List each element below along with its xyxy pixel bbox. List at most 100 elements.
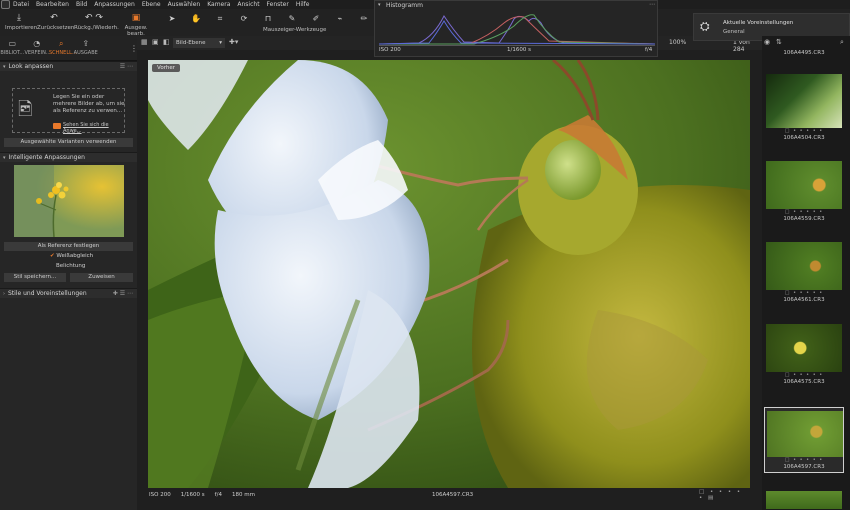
menu-window[interactable]: Fenster: [267, 1, 289, 8]
thumbnail-item-selected[interactable]: □ • • • • • 106A4597.CR3: [764, 407, 844, 473]
import-icon: ⤓: [17, 13, 21, 23]
gradient-tool-icon[interactable]: ⌁: [328, 14, 352, 24]
histogram-curves: [379, 14, 655, 45]
menu-image[interactable]: Bild: [76, 1, 87, 8]
thumbnail-item[interactable]: 106A4495.CR3: [764, 50, 844, 58]
histogram-panel: ▾ Histogramm ⋯ ISO 200 1/1600 s f/4: [374, 0, 658, 57]
rating-dots[interactable]: □ • • • • •: [764, 290, 844, 297]
tool-tabs: ▭ BIBLIOT... ◔ VERFEIN... ⌕ SCHNELL... ⇪ AUS…: [0, 36, 138, 61]
styles-section-header[interactable]: › Stile und Voreinstellungen ✚ ☰ ⋯: [0, 288, 137, 298]
main-image-viewer[interactable]: Vorher: [148, 60, 750, 488]
histogram-menu-icon[interactable]: ⋯: [649, 1, 655, 8]
thumbnail-item[interactable]: [764, 491, 844, 509]
grid-view-icon[interactable]: ▦: [141, 38, 148, 46]
tab-quick[interactable]: ⌕ SCHNELL...: [49, 36, 77, 60]
image-status-bar: ISO 200 1/1600 s f/4 180 mm 106A4597.CR3…: [148, 489, 750, 501]
white-balance-checkbox[interactable]: ✔ Weißabgleich: [50, 253, 93, 259]
import-button[interactable]: ⤓ Importieren: [5, 11, 37, 31]
preset-icon: ⛭: [700, 19, 710, 33]
chevron-down-icon: ▾: [219, 40, 222, 46]
menu-adjustments[interactable]: Anpassungen: [94, 1, 135, 8]
thumbnail-item[interactable]: □ • • • • • 106A4561.CR3: [764, 242, 844, 305]
rating-dots[interactable]: □ • • • • • ▤: [699, 489, 750, 501]
tab-library[interactable]: ▭ BIBLIOT...: [0, 36, 25, 60]
menu-layer[interactable]: Ebene: [142, 1, 161, 8]
histogram-title: Histogramm: [386, 2, 423, 9]
zoom-level[interactable]: 100%: [669, 39, 686, 46]
rating-dots[interactable]: □ • • • • •: [764, 128, 844, 135]
exposure-option[interactable]: Belichtung: [56, 263, 85, 269]
tab-export[interactable]: ⇪ AUSGABE: [74, 36, 99, 60]
histogram-shutter: 1/1600 s: [507, 47, 531, 53]
heal-tool-icon[interactable]: ✏: [352, 14, 376, 24]
notification-subtitle: General: [723, 29, 745, 35]
menu-view[interactable]: Ansicht: [237, 1, 259, 8]
before-label[interactable]: Vorher: [152, 64, 180, 72]
undo-redo-button[interactable]: ↶ ↷ Rückg./Wiederh.: [74, 11, 119, 31]
folder-icon: ▭: [8, 39, 17, 48]
look-drop-zone[interactable]: 🖻 Legen Sie ein oder mehrere Bilder ab, …: [12, 88, 125, 134]
chevron-down-icon[interactable]: ▾: [378, 2, 381, 8]
left-tool-panel: ▭ BIBLIOT... ◔ VERFEIN... ⌕ SCHNELL... ⇪ AUS…: [0, 36, 138, 510]
eye-icon[interactable]: ◉: [764, 38, 770, 46]
crop-tool-icon[interactable]: ⌗: [208, 14, 232, 24]
rating-dots[interactable]: □ • • • • •: [764, 372, 844, 379]
reference-thumbnail[interactable]: [14, 165, 124, 237]
smart-section-header[interactable]: ▾ Intelligente Anpassungen: [0, 152, 137, 162]
thumbnail-item[interactable]: □ • • • • • 106A4575.CR3: [764, 324, 844, 387]
video-icon: [53, 123, 61, 129]
tab-refine[interactable]: ◔ VERFEIN...: [25, 36, 51, 60]
chevron-down-icon: ▾: [3, 154, 6, 161]
status-focal-length: 180 mm: [231, 492, 255, 498]
layer-select[interactable]: Bild-Ebene ▾: [173, 38, 225, 48]
sort-icon[interactable]: ⇅: [776, 38, 782, 46]
status-aperture: f/4: [214, 492, 222, 498]
menu-edit[interactable]: Bearbeiten: [36, 1, 69, 8]
section-menu-icon[interactable]: ☰ ⋯: [120, 63, 133, 70]
app-logo: [1, 0, 10, 9]
picker-tool-icon[interactable]: ✎: [280, 14, 304, 24]
set-reference-button[interactable]: Als Referenz festlegen: [4, 242, 133, 251]
add-layer-icon[interactable]: ✚▾: [229, 38, 238, 46]
thumbnail-item[interactable]: □ • • • • • 106A4504.CR3: [764, 74, 844, 143]
histogram-aperture: f/4: [645, 47, 653, 53]
menu-help[interactable]: Hilfe: [296, 1, 310, 8]
thumbnail-item[interactable]: □ • • • • • 106A4559.CR3: [764, 161, 844, 224]
image-counter: 1 von 284: [733, 39, 750, 53]
filmstrip-panel: ◉ ⇅ ⌕ 106A4495.CR3 □ • • • • • 106A4504.…: [762, 36, 850, 510]
assign-button[interactable]: Zuweisen: [70, 273, 133, 282]
tutorial-link[interactable]: Sehen Sie sich die Anwe...: [63, 122, 124, 134]
look-section-header[interactable]: ▾ Look anpassen ☰ ⋯: [0, 61, 137, 71]
chevron-right-icon: ›: [3, 290, 5, 297]
menu-file[interactable]: Datei: [13, 1, 29, 8]
single-view-icon[interactable]: ▣: [152, 38, 159, 46]
rating-dots[interactable]: □ • • • • •: [764, 209, 844, 216]
drop-hint-text: Legen Sie ein oder mehrere Bilder ab, um…: [53, 94, 125, 114]
filmstrip-toolbar: ◉ ⇅ ⌕: [764, 38, 848, 50]
export-icon: ⇪: [82, 39, 90, 48]
section-actions-icon[interactable]: ✚ ☰ ⋯: [113, 290, 133, 297]
status-iso: ISO 200: [149, 492, 171, 498]
reference-flower-image: [14, 165, 124, 237]
search-icon[interactable]: ⌕: [840, 38, 844, 47]
rating-dots[interactable]: □ • • • • •: [765, 457, 843, 464]
keystone-tool-icon[interactable]: ⊓: [256, 14, 280, 24]
butterfly-photo: [148, 60, 750, 488]
use-variants-button[interactable]: Ausgewählte Varianten verwenden: [4, 138, 133, 147]
butterfly-thumbnail: [767, 411, 843, 457]
notification-title: Aktuelle Voreinstellungen: [723, 20, 794, 26]
select-tool-icon[interactable]: ➤: [160, 14, 184, 24]
butterfly-thumbnail: [766, 242, 842, 290]
reset-button[interactable]: ↶ Zurücksetzen: [37, 11, 74, 31]
butterfly-thumbnail: [766, 491, 842, 509]
rotate-tool-icon[interactable]: ⟳: [232, 14, 256, 24]
pan-tool-icon[interactable]: ✋: [184, 14, 208, 24]
menu-select[interactable]: Auswählen: [168, 1, 201, 8]
brush-tool-icon[interactable]: ✐: [304, 14, 328, 24]
save-style-button[interactable]: Stil speichern...: [4, 273, 66, 282]
undo-redo-icon: ↶ ↷: [85, 13, 103, 23]
menu-camera[interactable]: Kamera: [207, 1, 230, 8]
layers-icon[interactable]: ◧: [163, 38, 170, 46]
refine-icon: ◔: [33, 39, 41, 48]
edit-selection-button[interactable]: ▣ Ausgew. bearb.: [117, 11, 155, 37]
